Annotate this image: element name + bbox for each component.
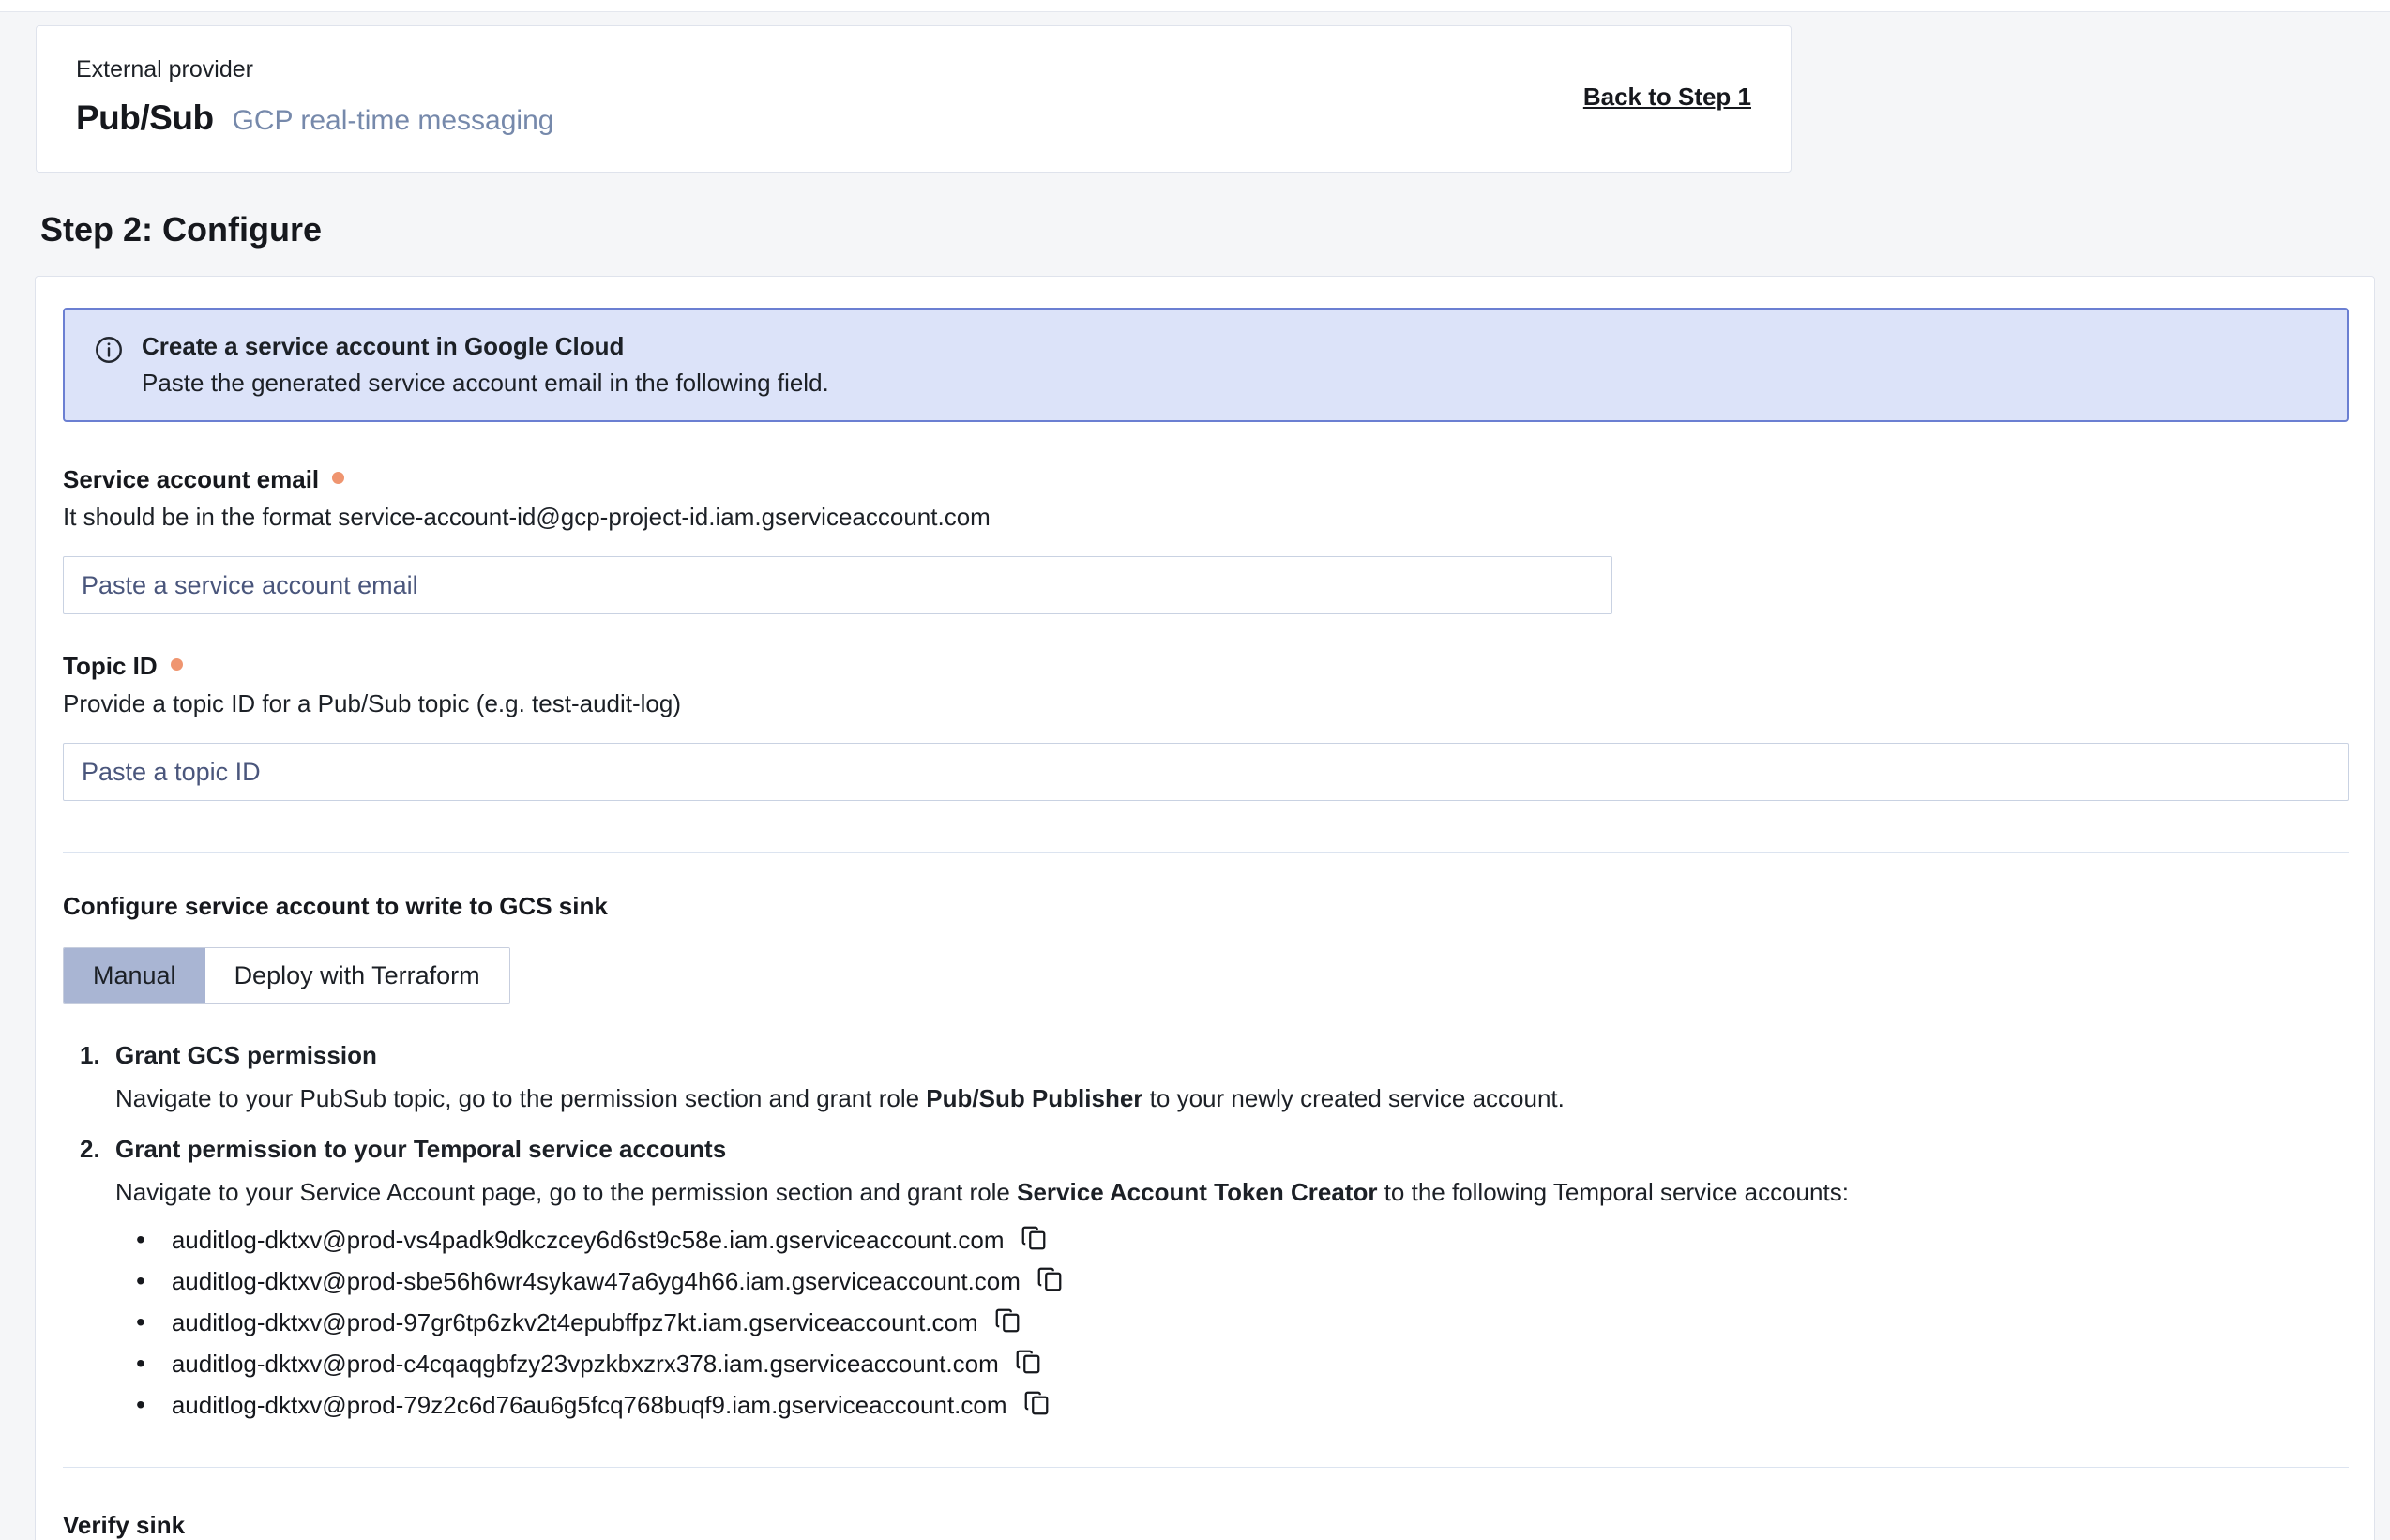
verify-sink-title: Verify sink — [63, 1511, 2349, 1540]
provider-info: External provider Pub/Sub GCP real-time … — [76, 56, 553, 138]
configure-gcs-sink-title: Configure service account to write to GC… — [63, 892, 2349, 921]
step-1-text-suffix: to your newly created service account. — [1142, 1084, 1564, 1112]
service-account-item: auditlog-dktxv@prod-vs4padk9dkczcey6d6st… — [136, 1219, 2349, 1261]
topic-id-input[interactable] — [63, 743, 2349, 801]
step-1-title: Grant GCS permission — [115, 1037, 2349, 1073]
step-2-role-name: Service Account Token Creator — [1017, 1178, 1377, 1206]
section-divider — [63, 852, 2349, 853]
service-account-email-input[interactable] — [63, 556, 1612, 614]
service-account-email-label: Service account email — [63, 465, 2349, 494]
step-body: Grant GCS permission Navigate to your Pu… — [115, 1037, 2349, 1125]
provider-header-card: External provider Pub/Sub GCP real-time … — [36, 25, 1792, 173]
step-1-role-name: Pub/Sub Publisher — [926, 1084, 1142, 1112]
copy-icon[interactable] — [993, 1306, 1021, 1341]
service-account-email: auditlog-dktxv@prod-vs4padk9dkczcey6d6st… — [172, 1226, 1005, 1255]
service-account-email: auditlog-dktxv@prod-c4cqaqgbfzy23vpzkbxz… — [172, 1350, 999, 1379]
instruction-list: 1. Grant GCS permission Navigate to your… — [80, 1037, 2349, 1429]
service-account-email-label-text: Service account email — [63, 465, 319, 494]
step-2-text-prefix: Navigate to your Service Account page, g… — [115, 1178, 1017, 1206]
instruction-step-1: 1. Grant GCS permission Navigate to your… — [80, 1037, 2349, 1125]
tab-manual[interactable]: Manual — [64, 948, 205, 1003]
copy-icon[interactable] — [1014, 1348, 1042, 1382]
configure-step-card: Create a service account in Google Cloud… — [35, 276, 2375, 1540]
configure-method-tabs: Manual Deploy with Terraform — [63, 947, 510, 1004]
service-account-email-helper: It should be in the format service-accou… — [63, 503, 2349, 532]
required-dot — [171, 658, 183, 671]
provider-row: Pub/Sub GCP real-time messaging — [76, 98, 553, 138]
step-1-text-prefix: Navigate to your PubSub topic, go to the… — [115, 1084, 926, 1112]
section-divider — [63, 1467, 2349, 1468]
copy-icon[interactable] — [1036, 1265, 1064, 1300]
required-dot — [332, 472, 344, 484]
top-divider-strip — [0, 0, 2390, 12]
step-2-text: Navigate to your Service Account page, g… — [115, 1174, 2349, 1210]
info-banner: Create a service account in Google Cloud… — [63, 308, 2349, 422]
tab-deploy-with-terraform[interactable]: Deploy with Terraform — [205, 948, 509, 1003]
copy-icon[interactable] — [1022, 1389, 1051, 1424]
info-banner-title: Create a service account in Google Cloud — [142, 332, 829, 361]
external-provider-label: External provider — [76, 56, 553, 83]
back-to-step-1-link[interactable]: Back to Step 1 — [1583, 83, 1751, 112]
provider-name: Pub/Sub — [76, 98, 214, 138]
step-number: 1. — [80, 1037, 115, 1125]
step-body: Grant permission to your Temporal servic… — [115, 1131, 2349, 1429]
step-2-title: Grant permission to your Temporal servic… — [115, 1131, 2349, 1167]
step-1-text: Navigate to your PubSub topic, go to the… — [115, 1080, 2349, 1116]
topic-id-label-text: Topic ID — [63, 652, 158, 681]
info-icon — [93, 334, 125, 372]
provider-tagline: GCP real-time messaging — [233, 105, 554, 137]
step-2-text-suffix: to the following Temporal service accoun… — [1377, 1178, 1848, 1206]
page-title: Step 2: Configure — [40, 210, 2390, 249]
service-account-email: auditlog-dktxv@prod-79z2c6d76au6g5fcq768… — [172, 1391, 1007, 1420]
service-account-item: auditlog-dktxv@prod-79z2c6d76au6g5fcq768… — [136, 1384, 2349, 1426]
service-account-item: auditlog-dktxv@prod-sbe56h6wr4sykaw47a6y… — [136, 1261, 2349, 1302]
instruction-step-2: 2. Grant permission to your Temporal ser… — [80, 1131, 2349, 1429]
topic-id-helper: Provide a topic ID for a Pub/Sub topic (… — [63, 689, 2349, 718]
step-number: 2. — [80, 1131, 115, 1429]
info-banner-description: Paste the generated service account emai… — [142, 369, 829, 398]
info-banner-text: Create a service account in Google Cloud… — [142, 332, 829, 398]
service-account-email: auditlog-dktxv@prod-97gr6tp6zkv2t4epubff… — [172, 1308, 978, 1337]
copy-icon[interactable] — [1020, 1224, 1048, 1259]
topic-id-label: Topic ID — [63, 652, 2349, 681]
temporal-service-account-list: auditlog-dktxv@prod-vs4padk9dkczcey6d6st… — [136, 1219, 2349, 1426]
service-account-item: auditlog-dktxv@prod-c4cqaqgbfzy23vpzkbxz… — [136, 1343, 2349, 1384]
service-account-email: auditlog-dktxv@prod-sbe56h6wr4sykaw47a6y… — [172, 1267, 1021, 1296]
service-account-item: auditlog-dktxv@prod-97gr6tp6zkv2t4epubff… — [136, 1302, 2349, 1343]
